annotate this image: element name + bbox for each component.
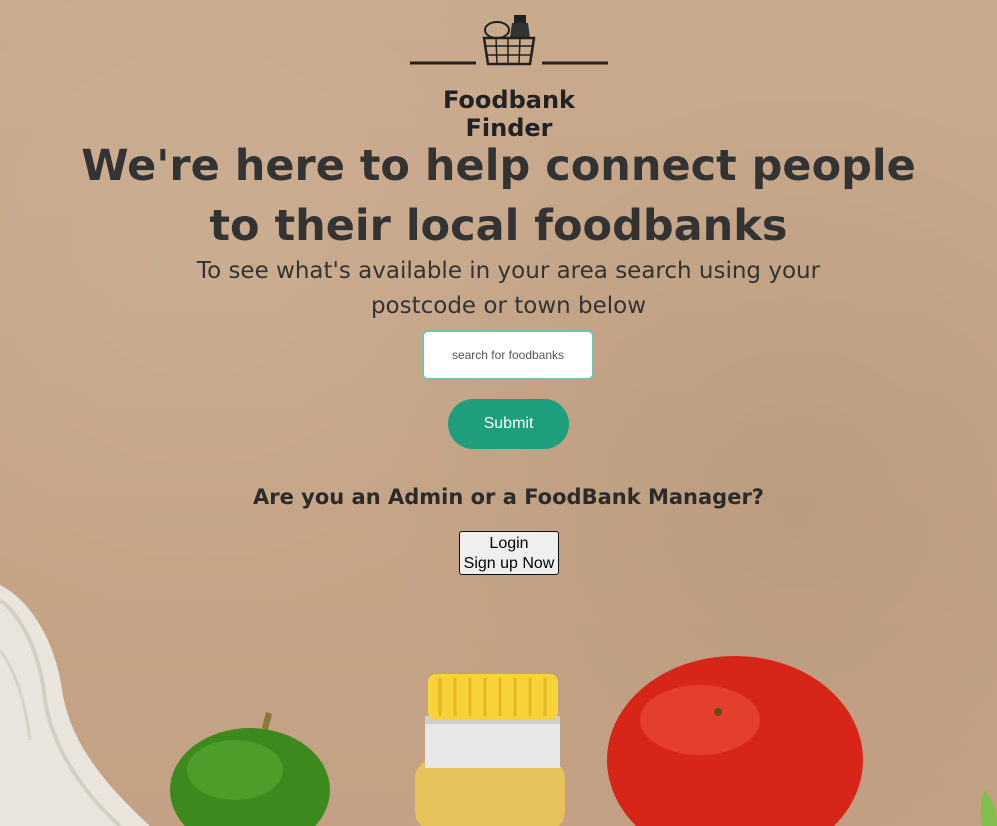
search-instructions: To see what's available in your area sea… bbox=[196, 258, 821, 319]
leaf-edge bbox=[980, 790, 997, 826]
page-headline: We're here to help connect people to the… bbox=[81, 141, 916, 251]
brand-name: Foodbank Finder bbox=[443, 86, 575, 142]
cucumber bbox=[170, 712, 330, 826]
cloth-napkin bbox=[0, 585, 150, 826]
login-signup-button[interactable]: Login Sign up Now bbox=[459, 531, 559, 575]
oil-bottle bbox=[415, 674, 565, 826]
foodbank-search-input[interactable] bbox=[422, 330, 594, 380]
admin-question-heading: Are you an Admin or a FoodBank Manager? bbox=[253, 485, 764, 509]
signup-label: Sign up Now bbox=[463, 554, 555, 572]
brand-logo[interactable]: Foodbank Finder bbox=[398, 12, 620, 142]
shopping-basket-icon bbox=[410, 15, 608, 66]
submit-button[interactable]: Submit bbox=[448, 399, 569, 449]
tomato bbox=[607, 656, 863, 826]
login-label: Login bbox=[489, 534, 529, 552]
